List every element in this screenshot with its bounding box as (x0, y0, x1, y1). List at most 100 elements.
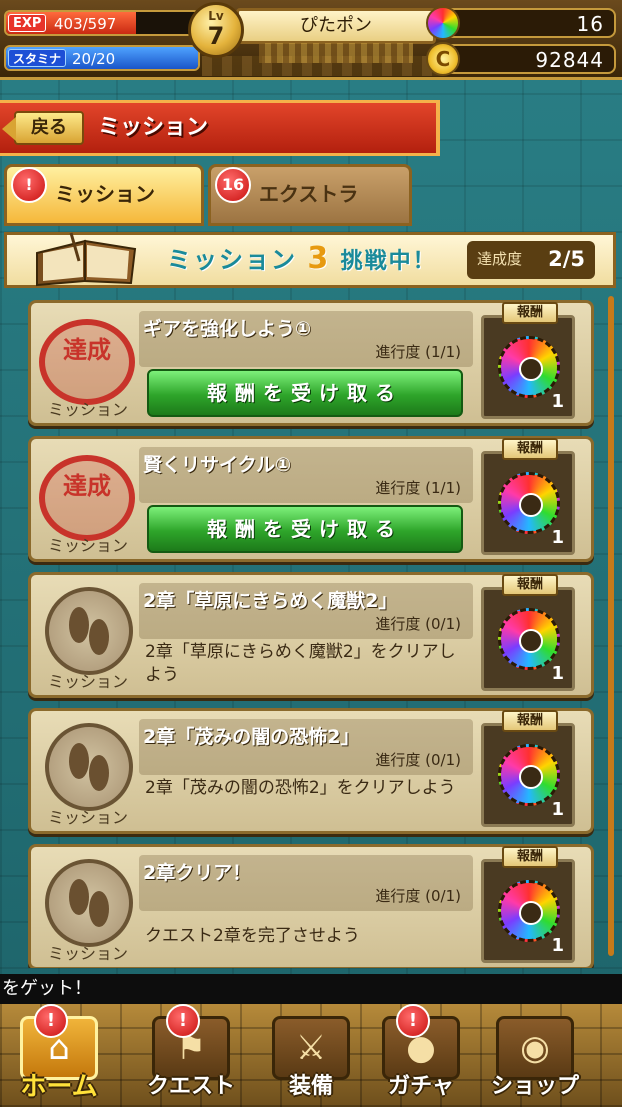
nav-label: クエスト (146, 1074, 235, 1099)
nav-label: ショップ (490, 1074, 579, 1099)
rainbow-gear-icon (498, 744, 560, 806)
mission-number: 3 (307, 241, 331, 276)
mission-progress: 進行度 (1/1) (375, 343, 461, 361)
progress-label: 達成度 (477, 250, 523, 268)
nav-alert-badge: ! (396, 1004, 430, 1038)
nav-alert-badge: ! (34, 1004, 68, 1038)
level-label: Lv (208, 9, 224, 23)
emblem-label: ミッション (47, 672, 128, 691)
coin-counter[interactable]: C 92844 (426, 42, 616, 76)
mission-emblem: ミッション (35, 717, 139, 829)
emblem-label: ミッション (47, 944, 128, 963)
gem-count: 16 (576, 12, 604, 36)
mission-emblem: ミッション (35, 581, 139, 693)
mission-emblem: 達成 ミッション (35, 445, 139, 557)
mission-title: 2章クリア！ (143, 862, 252, 884)
reward-count: 1 (551, 799, 564, 820)
tab-extra-label: エクストラ (259, 182, 359, 206)
mission-emblem: ミッション (35, 853, 139, 965)
player-name: ぴたポン (300, 15, 372, 36)
banner-title-prefix: ミッション (167, 246, 297, 274)
back-button[interactable]: 戻る (2, 111, 84, 145)
claim-reward-button[interactable]: 報酬を受け取る (147, 505, 463, 553)
claim-reward-button[interactable]: 報酬を受け取る (147, 369, 463, 417)
banner-title-suffix: 挑戦中！ (340, 249, 437, 274)
completed-stamp: 達成 (39, 319, 135, 405)
tab-mission-label: ミッション (55, 182, 155, 206)
mission-card: 達成 ミッション 賢くリサイクル① 進行度 (1/1) 報酬を受け取る 報酬 1 (28, 436, 594, 562)
status-bar: EXP 403/597 スタミナ 20/20 ぴたポン Lv 7 16 C 92… (0, 0, 622, 80)
exp-tag: EXP (8, 14, 47, 32)
mission-title: 2章「茂みの闇の恐怖2」 (143, 726, 360, 748)
nav-equipment[interactable]: ⚔ 装備 (256, 1010, 366, 1106)
emblem-label: ミッション (47, 808, 128, 827)
rainbow-gear-icon (498, 472, 560, 534)
tab-extra-count-badge: 16 (215, 167, 251, 203)
emblem-label: ミッション (47, 536, 128, 555)
nav-shop[interactable]: ◉ ショップ (480, 1010, 590, 1106)
rainbow-gem-icon (426, 6, 460, 40)
banner-title: ミッション 3 挑戦中！ (167, 243, 437, 278)
exp-bar: EXP 403/597 (4, 10, 200, 36)
reward-label: 報酬 (502, 438, 558, 460)
stamina-tag: スタミナ (8, 49, 67, 67)
level-number: 7 (207, 22, 225, 50)
completed-stamp: 達成 (39, 455, 135, 541)
nav-label: ホーム (20, 1072, 98, 1102)
gem-counter[interactable]: 16 (426, 6, 616, 40)
mission-progress: 進行度 (0/1) (375, 887, 461, 905)
footprints-icon (45, 859, 133, 947)
mission-emblem: 達成 ミッション (35, 309, 139, 421)
exp-value: 403/597 (54, 15, 117, 33)
open-book-icon (36, 232, 137, 287)
nav-label: 装備 (288, 1074, 333, 1099)
mission-description: 2章「草原にきらめく魔獣2」をクリアしよう (145, 642, 456, 685)
tab-mission-alert-badge: ! (11, 167, 47, 203)
footprints-svg (69, 879, 109, 927)
mission-title: 2章「草原にきらめく魔獣2」 (143, 590, 398, 612)
mission-card: ミッション 2章「草原にきらめく魔獣2」 進行度 (0/1) 2章「草原にきらめ… (28, 572, 594, 698)
level-badge: Lv 7 (188, 2, 244, 58)
footprints-svg (69, 607, 109, 655)
mission-progress: 進行度 (0/1) (375, 751, 461, 769)
footprints-svg (69, 743, 109, 791)
reward-label: 報酬 (502, 302, 558, 324)
mission-description: クエスト2章を完了させよう (145, 926, 360, 946)
nav-quest[interactable]: ⚑ ! クエスト (136, 1004, 246, 1106)
tab-mission[interactable]: ! ミッション (4, 164, 204, 226)
rainbow-gear-icon (498, 880, 560, 942)
nav-label: ガチャ (388, 1074, 454, 1099)
player-name-plate[interactable]: ぴたポン (236, 8, 436, 63)
rainbow-gear-icon (498, 608, 560, 670)
mission-card: ミッション 2章「茂みの闇の恐怖2」 進行度 (0/1) 2章「茂みの闇の恐怖2… (28, 708, 594, 834)
stamina-bar: スタミナ 20/20 (4, 45, 200, 71)
mission-title: ギアを強化しよう① (143, 318, 312, 340)
achievement-progress: 達成度 2/5 (467, 241, 595, 279)
mission-description: 2章「茂みの闇の恐怖2」をクリアしよう (145, 778, 456, 798)
reward-count: 1 (551, 527, 564, 548)
rainbow-gear-icon (498, 336, 560, 398)
nav-gacha[interactable]: ● ! ガチャ (366, 1004, 476, 1106)
mission-list[interactable]: 達成 ミッション ギアを強化しよう① 進行度 (1/1) 報酬を受け取る 報酬 … (0, 296, 622, 968)
mission-card: ミッション 2章クリア！ 進行度 (0/1) クエスト2章を完了させよう 報酬 … (28, 844, 594, 968)
mission-progress: 進行度 (1/1) (375, 479, 461, 497)
mission-progress: 進行度 (0/1) (375, 615, 461, 633)
mission-card: 達成 ミッション ギアを強化しよう① 進行度 (1/1) 報酬を受け取る 報酬 … (28, 300, 594, 426)
tab-extra[interactable]: 16 エクストラ (208, 164, 412, 226)
reward-box: 報酬 1 (481, 574, 575, 691)
equipment-icon: ⚔ (272, 1016, 350, 1080)
reward-label: 報酬 (502, 710, 558, 732)
mission-list-scrollbar[interactable] (608, 296, 614, 956)
reward-label: 報酬 (502, 846, 558, 868)
mission-title: 賢くリサイクル① (143, 454, 292, 476)
coin-icon: C (426, 42, 460, 76)
reward-box: 報酬 1 (481, 438, 575, 555)
shop-icon: ◉ (496, 1016, 574, 1080)
page-title: ミッション (98, 115, 209, 140)
bottom-navigation: ⌂ ! ホーム ⚑ ! クエスト ⚔ 装備 ● ! ガチャ ◉ ショップ (0, 1004, 622, 1107)
nav-home[interactable]: ⌂ ! ホーム (4, 1004, 114, 1106)
news-ticker: をゲット！ (0, 974, 622, 1004)
reward-count: 1 (551, 391, 564, 412)
emblem-label: ミッション (47, 400, 128, 419)
reward-count: 1 (551, 663, 564, 684)
